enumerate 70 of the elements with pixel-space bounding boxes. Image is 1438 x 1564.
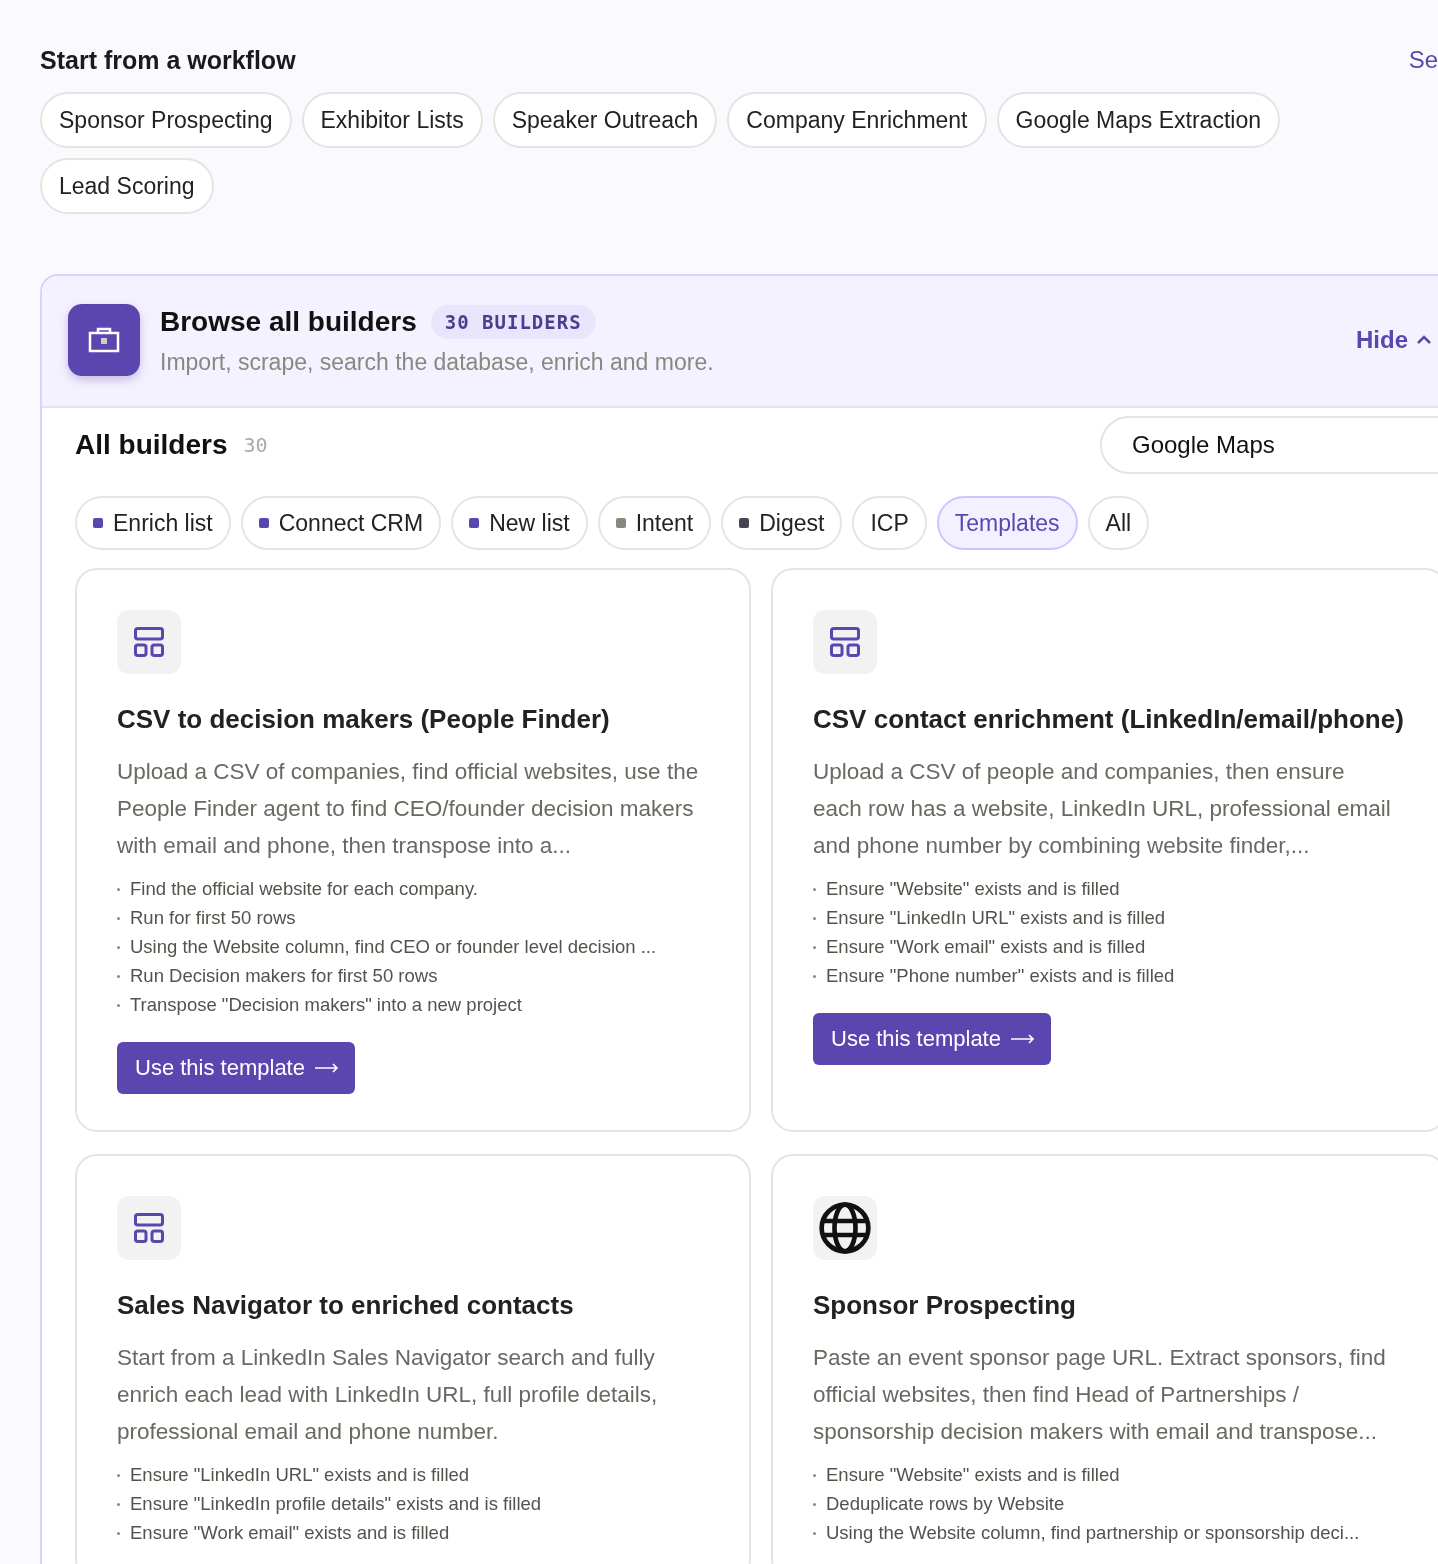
bullet-icon — [117, 1531, 120, 1535]
bullet-icon — [813, 1502, 816, 1506]
card-title: CSV contact enrichment (LinkedIn/email/phone) — [813, 704, 1405, 735]
bullet-icon — [813, 1473, 816, 1477]
step-text: Ensure "Phone number" exists and is filled — [826, 965, 1175, 987]
workflow-chip[interactable]: Sponsor Prospecting — [40, 92, 292, 148]
filter-chip[interactable]: ICP — [852, 496, 927, 550]
bullet-icon — [117, 887, 120, 891]
bullet-icon — [117, 916, 120, 920]
card-title: CSV to decision makers (People Finder) — [117, 704, 611, 735]
bullet-icon — [117, 1502, 120, 1506]
step-text: Using the Website column, find partnership or sponsorship deci... — [826, 1522, 1360, 1544]
workflow-chip[interactable]: Exhibitor Lists — [301, 92, 483, 148]
step-text: Ensure "Work email" exists and is filled — [130, 1522, 450, 1544]
filter-chip[interactable]: Connect CRM — [240, 496, 442, 550]
briefcase-icon — [68, 304, 140, 376]
use-template-button[interactable]: Use this template — [117, 1042, 355, 1094]
arrow-right-icon — [314, 1063, 339, 1073]
bullet-icon — [813, 945, 816, 949]
filter-chip[interactable]: Templates — [936, 496, 1078, 550]
card-title: Sponsor Prospecting — [813, 1290, 1077, 1321]
layout-icon — [131, 1210, 167, 1246]
workflow-chip[interactable]: Lead Scoring — [40, 158, 214, 214]
step-text: Run for first 50 rows — [130, 907, 296, 929]
step-text: Ensure "Website" exists and is filled — [826, 1464, 1120, 1486]
card-description: Upload a CSV of people and companies, then ensure each row has a website, LinkedIn URL, professional email and phone number by combining website finder,... — [813, 758, 1392, 860]
step-text: Ensure "LinkedIn URL" exists and is filled — [130, 1464, 470, 1486]
step-text: Ensure "Website" exists and is filled — [826, 878, 1120, 900]
list-count: 30 — [243, 433, 269, 457]
bullet-icon — [117, 1003, 120, 1007]
bullet-icon — [117, 945, 120, 949]
arrow-right-icon — [1010, 1034, 1035, 1044]
workflow-chip[interactable]: Google Maps Extraction — [996, 92, 1280, 148]
step-text: Using the Website column, find CEO or founder level decision ... — [130, 936, 657, 958]
search-field[interactable]: Google Maps — [1100, 416, 1438, 474]
section-title: Start from a workflow — [40, 45, 296, 75]
layout-icon — [131, 624, 167, 660]
panel-subtitle: Import, scrape, search the database, enrich and more. — [160, 348, 715, 376]
filter-chip[interactable]: Digest — [721, 496, 843, 550]
workflow-chip[interactable]: Speaker Outreach — [492, 92, 718, 148]
bullet-icon — [813, 974, 816, 978]
hide-button[interactable]: Hide — [1356, 326, 1432, 354]
filter-chip[interactable]: Enrich list — [75, 496, 231, 550]
chevron-up-icon — [1416, 335, 1432, 345]
step-text: Transpose "Decision makers" into a new project — [130, 994, 522, 1016]
layout-icon — [827, 624, 863, 660]
card-description: Start from a LinkedIn Sales Navigator search and fully enrich each lead with LinkedIn URL, full profile details, professional email and phone number. — [117, 1344, 659, 1446]
step-text: Run Decision makers for first 50 rows — [130, 965, 438, 987]
panel-title: Browse all builders — [160, 305, 417, 338]
card-description: Paste an event sponsor page URL. Extract sponsors, find official websites, then find Head of Partnerships / sponsorship decision makers with email and transpose... — [813, 1344, 1387, 1446]
filter-chip[interactable]: New list — [451, 496, 588, 550]
bullet-icon — [813, 1531, 816, 1535]
step-text: Deduplicate rows by Website — [826, 1493, 1065, 1515]
step-text: Find the official website for each company. — [130, 878, 478, 900]
bullet-icon — [813, 887, 816, 891]
see-all-link[interactable]: Se — [1408, 46, 1438, 74]
step-text: Ensure "Work email" exists and is filled — [826, 936, 1146, 958]
filter-chip[interactable]: Intent — [597, 496, 712, 550]
builder-count-badge: 30 BUILDERS — [430, 304, 596, 339]
bullet-icon — [813, 916, 816, 920]
use-template-button[interactable]: Use this template — [813, 1013, 1051, 1065]
filter-chip[interactable]: All — [1087, 496, 1150, 550]
step-text: Ensure "LinkedIn URL" exists and is filled — [826, 907, 1166, 929]
workflow-chip[interactable]: Company Enrichment — [727, 92, 987, 148]
list-title: All builders — [75, 429, 228, 461]
bullet-icon — [117, 1473, 120, 1477]
bullet-icon — [117, 974, 120, 978]
step-text: Ensure "LinkedIn profile details" exists and is filled — [130, 1493, 542, 1515]
card-title: Sales Navigator to enriched contacts — [117, 1290, 575, 1321]
card-description: Upload a CSV of companies, find official websites, use the People Finder agent to find CEO/founder decision makers with email and phone, then transpose into a... — [117, 758, 699, 860]
